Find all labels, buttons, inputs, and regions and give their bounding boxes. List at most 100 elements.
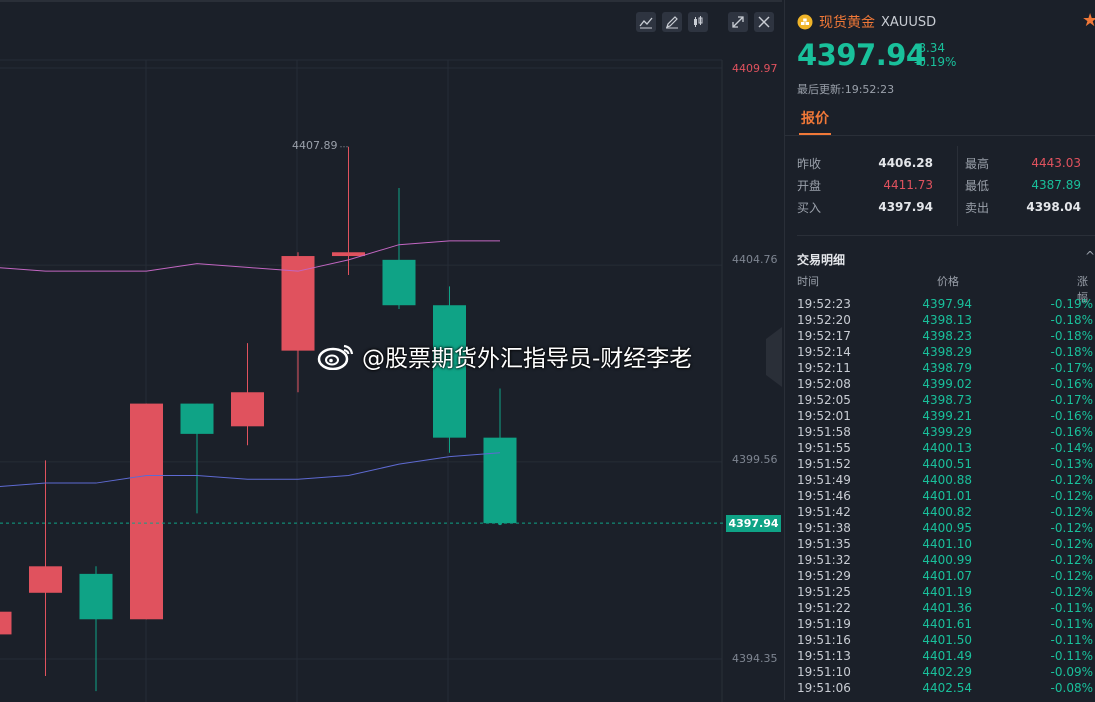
quote-value: 4397.94	[878, 200, 933, 214]
candle-body	[332, 252, 365, 257]
trade-price: 4398.29	[922, 345, 972, 359]
symbol-code: XAUUSD	[881, 14, 937, 30]
quote-label: 昨收	[797, 156, 822, 171]
quote-value: 4411.73	[883, 178, 933, 192]
trade-price: 4399.02	[922, 377, 972, 391]
trade-time: 19:51:52	[797, 457, 851, 471]
chart-toolbar	[636, 12, 774, 32]
trade-change: -0.12%	[1050, 489, 1093, 503]
trade-price: 4402.54	[922, 681, 972, 695]
pencil-icon[interactable]	[662, 12, 682, 32]
expand-icon[interactable]	[728, 12, 748, 32]
trade-row: 19:51:42 4400.82 -0.12%	[797, 504, 1095, 520]
trade-time: 19:51:13	[797, 649, 851, 663]
quote-panel: 现货黄金 XAUUSD ★ 4397.94 -8.34 -0.19% 最后更新:…	[784, 0, 1095, 700]
trade-price: 4400.99	[922, 553, 972, 567]
divider	[785, 135, 1095, 136]
quote-value: 4406.28	[878, 156, 933, 170]
trade-price: 4400.82	[922, 505, 972, 519]
price-change: -8.34 -0.19%	[914, 41, 956, 69]
trade-row: 19:51:10 4402.29 -0.09%	[797, 664, 1095, 680]
trade-time: 19:52:08	[797, 377, 851, 391]
candle-body	[180, 403, 214, 434]
price-axis-label: 4394.35	[732, 652, 778, 665]
trade-time: 19:52:01	[797, 409, 851, 423]
trade-change: -0.13%	[1050, 457, 1093, 471]
trade-price: 4401.01	[922, 489, 972, 503]
trade-change: -0.12%	[1050, 505, 1093, 519]
trade-time: 19:52:17	[797, 329, 851, 343]
trade-time: 19:51:49	[797, 473, 851, 487]
divider	[797, 235, 1095, 236]
quote-label: 卖出	[965, 200, 990, 215]
trade-change: -0.18%	[1050, 313, 1093, 327]
trade-time: 19:52:23	[797, 297, 851, 311]
trades-list[interactable]: 19:52:23 4397.94 -0.19% 19:52:20 4398.13 -0.1…	[797, 296, 1095, 696]
trade-price: 4398.23	[922, 329, 972, 343]
trade-price: 4401.61	[922, 617, 972, 631]
trade-change: -0.19%	[1050, 297, 1093, 311]
price-axis-label: 4404.76	[732, 253, 778, 266]
trade-price: 4402.29	[922, 665, 972, 679]
trade-row: 19:52:01 4399.21 -0.16%	[797, 408, 1095, 424]
trade-row: 19:51:38 4400.95 -0.12%	[797, 520, 1095, 536]
quote-row: 开盘 4411.73 最低 4387.89	[797, 174, 1095, 196]
quote-row: 买入 4397.94 卖出 4398.04	[797, 196, 1095, 218]
last-price: 4397.94	[797, 38, 926, 72]
trade-time: 19:52:14	[797, 345, 851, 359]
candle-body	[29, 566, 62, 593]
current-price-tag: 4397.94	[726, 515, 781, 533]
trade-price: 4399.21	[922, 409, 972, 423]
trade-time: 19:51:19	[797, 617, 851, 631]
line-tool-icon[interactable]	[636, 12, 656, 32]
quote-value: 4387.89	[1031, 178, 1081, 192]
trade-row: 19:51:16 4401.50 -0.11%	[797, 632, 1095, 648]
trade-row: 19:51:29 4401.07 -0.12%	[797, 568, 1095, 584]
trade-change: -0.08%	[1050, 681, 1093, 695]
quote-label: 开盘	[797, 178, 822, 193]
trade-change: -0.09%	[1050, 665, 1093, 679]
trade-row: 19:51:35 4401.10 -0.12%	[797, 536, 1095, 552]
trade-time: 19:51:58	[797, 425, 851, 439]
trade-row: 19:52:23 4397.94 -0.19%	[797, 296, 1095, 312]
trade-row: 19:52:11 4398.79 -0.17%	[797, 360, 1095, 376]
quote-label: 最低	[965, 178, 990, 193]
change-percent: -0.19%	[914, 55, 957, 69]
close-icon[interactable]	[754, 12, 774, 32]
trade-price: 4401.50	[922, 633, 972, 647]
trade-change: -0.11%	[1050, 617, 1093, 631]
trade-time: 19:52:05	[797, 393, 851, 407]
trades-title: 交易明细	[797, 253, 846, 267]
trade-row: 19:51:13 4401.49 -0.11%	[797, 648, 1095, 664]
trade-row: 19:51:22 4401.36 -0.11%	[797, 600, 1095, 616]
trade-row: 19:51:46 4401.01 -0.12%	[797, 488, 1095, 504]
trade-change: -0.12%	[1050, 537, 1093, 551]
trade-change: -0.18%	[1050, 329, 1093, 343]
candle-body	[231, 392, 264, 427]
trade-row: 19:52:05 4398.73 -0.17%	[797, 392, 1095, 408]
trade-time: 19:51:16	[797, 633, 851, 647]
trade-row: 19:51:58 4399.29 -0.16%	[797, 424, 1095, 440]
trade-row: 19:52:08 4399.02 -0.16%	[797, 376, 1095, 392]
trade-change: -0.16%	[1050, 377, 1093, 391]
trade-change: -0.12%	[1050, 569, 1093, 583]
collapse-caret-icon[interactable]: ^	[1085, 249, 1095, 263]
trade-row: 19:51:25 4401.19 -0.12%	[797, 584, 1095, 600]
trade-change: -0.17%	[1050, 393, 1093, 407]
favorite-star-icon[interactable]: ★	[1082, 10, 1095, 31]
candle-body	[79, 573, 113, 620]
trade-row: 19:52:20 4398.13 -0.18%	[797, 312, 1095, 328]
trade-change: -0.11%	[1050, 601, 1093, 615]
candlestick-icon[interactable]	[688, 12, 708, 32]
trade-change: -0.12%	[1050, 585, 1093, 599]
trade-row: 19:51:19 4401.61 -0.11%	[797, 616, 1095, 632]
trade-time: 19:52:20	[797, 313, 851, 327]
tab-quote[interactable]: 报价	[801, 108, 829, 128]
ma-upper-line	[0, 240, 500, 272]
trade-row: 19:51:32 4400.99 -0.12%	[797, 552, 1095, 568]
candle-body	[130, 403, 163, 620]
trade-row: 19:52:14 4398.29 -0.18%	[797, 344, 1095, 360]
trade-change: -0.12%	[1050, 521, 1093, 535]
trade-change: -0.16%	[1050, 409, 1093, 423]
chart-area[interactable]: 4409.97 4404.76 4399.56 4394.35 4397.94 …	[0, 0, 782, 702]
